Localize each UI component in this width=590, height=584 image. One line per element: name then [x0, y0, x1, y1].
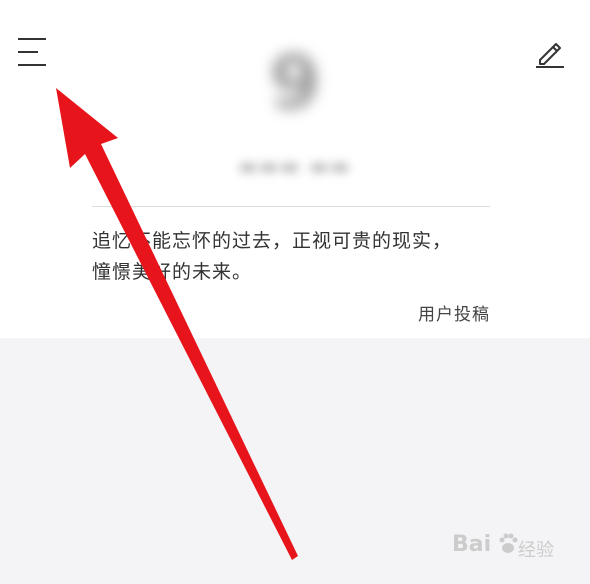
daily-quote-card: 9 ▬▬▬ ▬▬ 追忆不能忘怀的过去，正视可贵的现实， 憧憬美好的未来。 用户投…	[0, 0, 590, 338]
quote-line-1: 追忆不能忘怀的过去，正视可贵的现实，	[92, 230, 453, 252]
paw-icon	[499, 533, 518, 553]
watermark-brand: Bai	[452, 532, 492, 557]
quote-source: 用户投稿	[418, 305, 490, 325]
quote-line-2: 憧憬美好的未来。	[92, 261, 253, 283]
baidu-watermark: Bai 经验	[452, 530, 572, 562]
quote-text: 追忆不能忘怀的过去，正视可贵的现实， 憧憬美好的未来。	[92, 226, 492, 288]
divider	[92, 206, 490, 207]
blurred-day-number: 9	[269, 40, 321, 126]
watermark-suffix: 经验	[518, 540, 554, 561]
blurred-date-text: ▬▬▬ ▬▬	[238, 154, 352, 178]
